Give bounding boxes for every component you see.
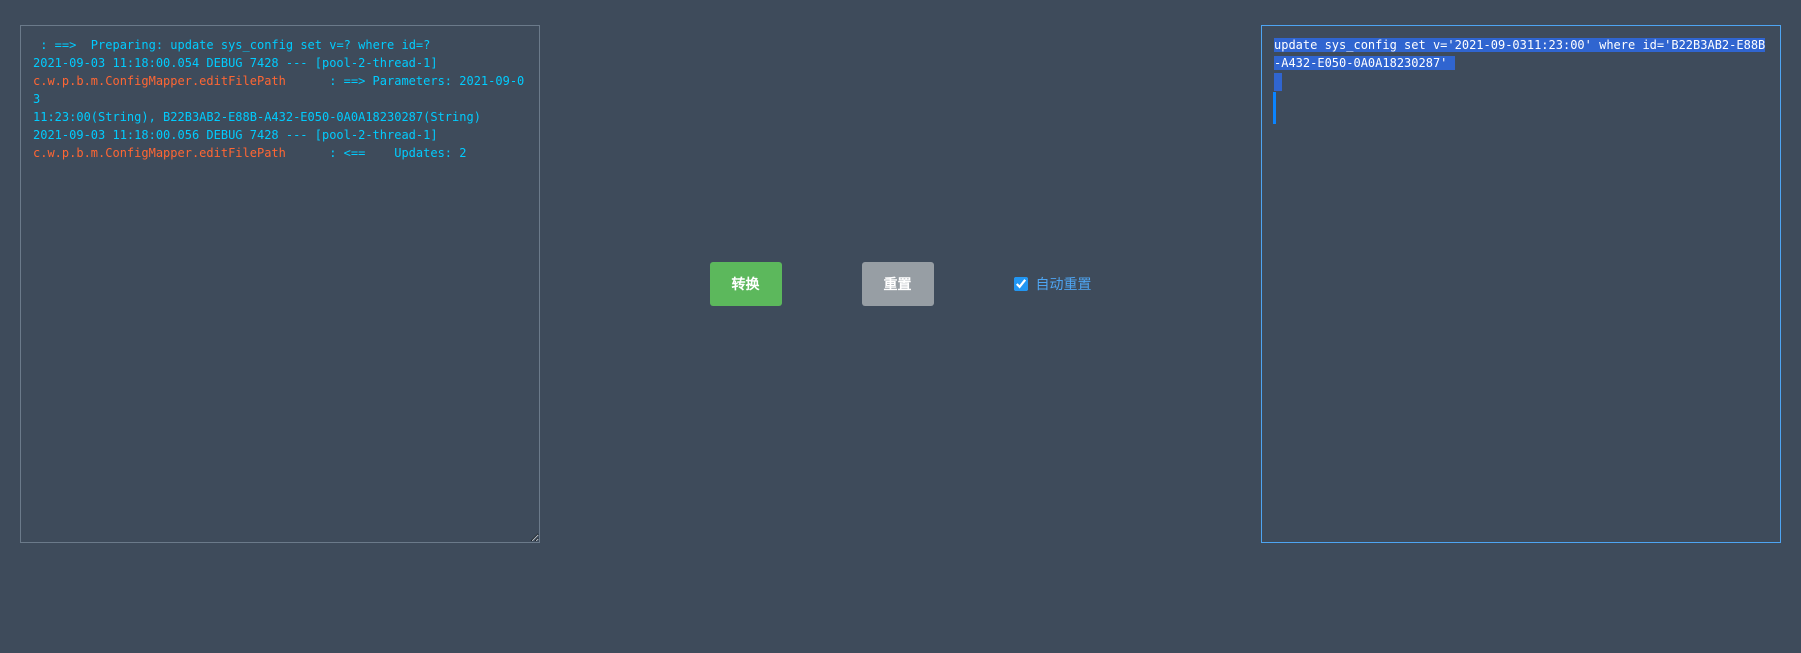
- text-cursor: [1273, 92, 1276, 124]
- auto-reset-checkbox[interactable]: [1014, 277, 1028, 291]
- reset-button[interactable]: 重置: [862, 262, 934, 306]
- log-line: : ==> Preparing: update sys_config set v…: [33, 36, 527, 54]
- selection-tail: [1274, 73, 1282, 91]
- center-controls: 转换 重置 自动重置: [540, 25, 1261, 543]
- log-line: 2021-09-03 11:18:00.056 DEBUG 7428 --- […: [33, 126, 527, 144]
- log-line: c.w.p.b.m.ConfigMapper.editFilePath : ==…: [33, 72, 527, 108]
- log-line: c.w.p.b.m.ConfigMapper.editFilePath : <=…: [33, 144, 527, 162]
- log-line: 11:23:00(String), B22B3AB2-E88B-A432-E05…: [33, 108, 527, 126]
- log-line: 2021-09-03 11:18:00.054 DEBUG 7428 --- […: [33, 54, 527, 72]
- output-sql-panel[interactable]: update sys_config set v='2021-09-0311:23…: [1261, 25, 1781, 543]
- convert-button[interactable]: 转换: [710, 262, 782, 306]
- auto-reset-label: 自动重置: [1036, 274, 1092, 294]
- output-text: update sys_config set v='2021-09-0311:23…: [1274, 38, 1765, 70]
- input-log-panel[interactable]: : ==> Preparing: update sys_config set v…: [20, 25, 540, 543]
- auto-reset-checkbox-wrap[interactable]: 自动重置: [1014, 274, 1092, 294]
